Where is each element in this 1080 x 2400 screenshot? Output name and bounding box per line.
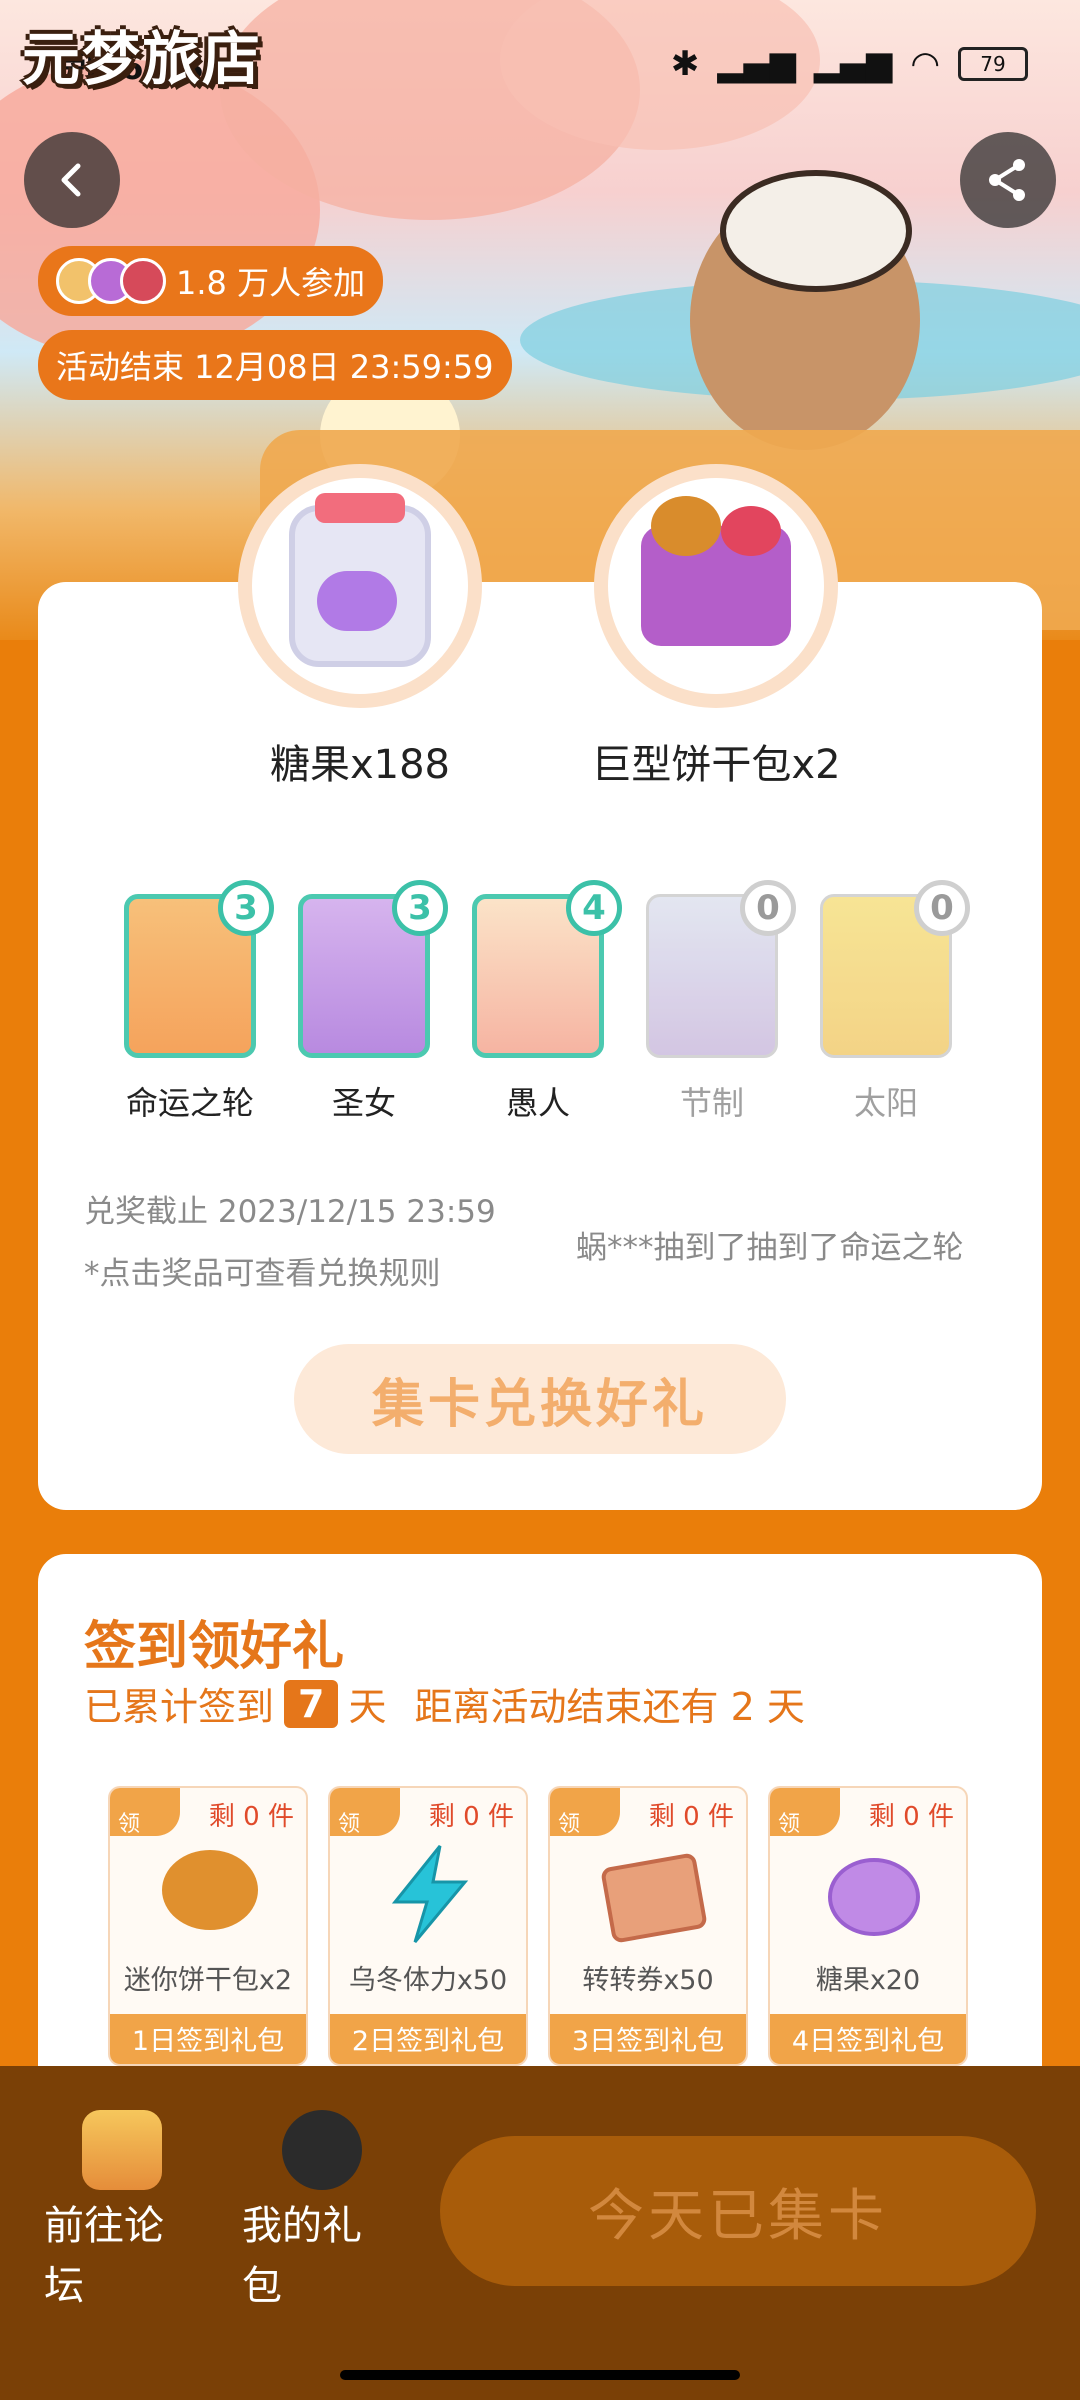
- candy-jar-icon: [289, 493, 431, 667]
- stock-left: 剩 0 件: [868, 1802, 954, 1832]
- card-count-badge: 4: [566, 880, 622, 936]
- checkin-reward-card[interactable]: 领 剩 0 件 转转券x50 3日签到礼包: [548, 1786, 748, 2066]
- participants-pill: 1.8 万人参加: [38, 246, 384, 316]
- wifi-icon: ◠: [910, 44, 940, 84]
- signal-icon: ▂▄▆: [813, 44, 893, 84]
- avatar: [120, 258, 166, 304]
- prize-candy[interactable]: [238, 464, 482, 708]
- card-count-badge: 3: [218, 880, 274, 936]
- reward-name: 转转券x50: [582, 1965, 714, 1996]
- panda-hat: [720, 170, 912, 292]
- today-collected-button[interactable]: 今天已集卡: [440, 2136, 1036, 2286]
- card-name: 节制: [679, 1084, 744, 1122]
- battery-icon: 79: [958, 47, 1028, 81]
- gift-icon[interactable]: [282, 2110, 362, 2190]
- card-count-badge: 0: [740, 880, 796, 936]
- checkin-reward-card[interactable]: 领 剩 0 件 乌冬体力x50 2日签到礼包: [328, 1786, 528, 2066]
- checkin-reward-card[interactable]: 领 剩 0 件 迷你饼干包x2 1日签到礼包: [108, 1786, 308, 2066]
- stock-left: 剩 0 件: [208, 1802, 294, 1832]
- card-count-badge: 0: [914, 880, 970, 936]
- share-icon: [989, 159, 1025, 201]
- reward-footer: 3日签到礼包: [550, 2014, 746, 2064]
- home-indicator[interactable]: [340, 2370, 740, 2380]
- card-collection-panel: 糖果x188 巨型饼干包x2 3 命运之轮 3 圣女 4 愚人 0 节制 0 太…: [38, 464, 1042, 1510]
- participants-count: 1.8 万人参加: [176, 264, 366, 302]
- reward-footer: 4日签到礼包: [770, 2014, 966, 2064]
- checkin-prefix: 已累计签到: [84, 1685, 275, 1729]
- end-time-pill: 活动结束 12月08日 23:59:59: [38, 330, 512, 400]
- redeem-rules-note[interactable]: *点击奖品可查看兑换规则: [84, 1248, 441, 1293]
- signal-icon: ▂▄▆: [717, 44, 796, 84]
- checkin-reward-card[interactable]: 领 剩 0 件 糖果x20 4日签到礼包: [768, 1786, 968, 2066]
- bluetooth-icon: ✱: [670, 44, 700, 84]
- prize-label: 糖果x188: [269, 742, 451, 788]
- back-button[interactable]: [24, 132, 120, 228]
- app-logo: 元梦旅店: [22, 25, 263, 93]
- ticket-icon: [600, 1852, 708, 1944]
- card-count-badge: 3: [392, 880, 448, 936]
- claim-tag: 领: [550, 1788, 620, 1837]
- prize-cookie[interactable]: [594, 464, 838, 708]
- checkin-progress: 已累计签到 7 天 距离活动结束还有 2 天: [84, 1676, 805, 1731]
- reward-footer: 2日签到礼包: [330, 2014, 526, 2064]
- energy-bolt-icon: [391, 1845, 469, 1943]
- reward-name: 迷你饼干包x2: [123, 1965, 293, 1996]
- stock-left: 剩 0 件: [648, 1802, 734, 1832]
- forum-link[interactable]: 前往论坛: [44, 2196, 184, 2316]
- forum-icon[interactable]: [82, 2110, 162, 2190]
- stock-left: 剩 0 件: [428, 1802, 514, 1832]
- claim-tag: 领: [110, 1788, 180, 1837]
- bottom-action-bar: 前往论坛 我的礼包 今天已集卡: [0, 2066, 1080, 2400]
- chevron-left-icon: [61, 163, 81, 197]
- redeem-button[interactable]: 集卡兑换好礼: [294, 1344, 786, 1454]
- redeem-deadline: 兑奖截止 2023/12/15 23:59: [84, 1194, 496, 1230]
- checkin-remain: 距离活动结束还有 2 天: [414, 1685, 805, 1729]
- my-gifts-link[interactable]: 我的礼包: [242, 2196, 382, 2316]
- reward-name: 糖果x20: [815, 1965, 921, 1996]
- cookie-icon: [162, 1850, 258, 1930]
- card-name: 太阳: [853, 1084, 918, 1122]
- card-name: 命运之轮: [125, 1084, 254, 1122]
- claim-tag: 领: [770, 1788, 840, 1837]
- card-name: 圣女: [331, 1084, 396, 1122]
- winner-ticker: 蜗***抽到了抽到了命运之轮: [576, 1230, 964, 1266]
- claim-tag: 领: [330, 1788, 400, 1837]
- card-name: 愚人: [505, 1084, 570, 1122]
- reward-footer: 1日签到礼包: [110, 2014, 306, 2064]
- checkin-suffix: 天: [348, 1685, 387, 1729]
- share-button[interactable]: [960, 132, 1056, 228]
- checkin-title: 签到领好礼: [84, 1617, 345, 1677]
- participant-avatars: [56, 258, 166, 304]
- checkin-days: 7: [284, 1679, 339, 1728]
- hero-banner: 傍晚6:53 ✱ ▂▄▆ ▂▄▆ ◠ 79 元梦旅店 1.8 万人参加 活动结束…: [0, 0, 1080, 640]
- end-time-text: 活动结束 12月08日 23:59:59: [56, 348, 494, 386]
- reward-name: 乌冬体力x50: [348, 1965, 508, 1996]
- cookie-box-icon: [641, 496, 791, 646]
- candy-icon: [828, 1858, 920, 1936]
- prize-label: 巨型饼干包x2: [591, 742, 841, 788]
